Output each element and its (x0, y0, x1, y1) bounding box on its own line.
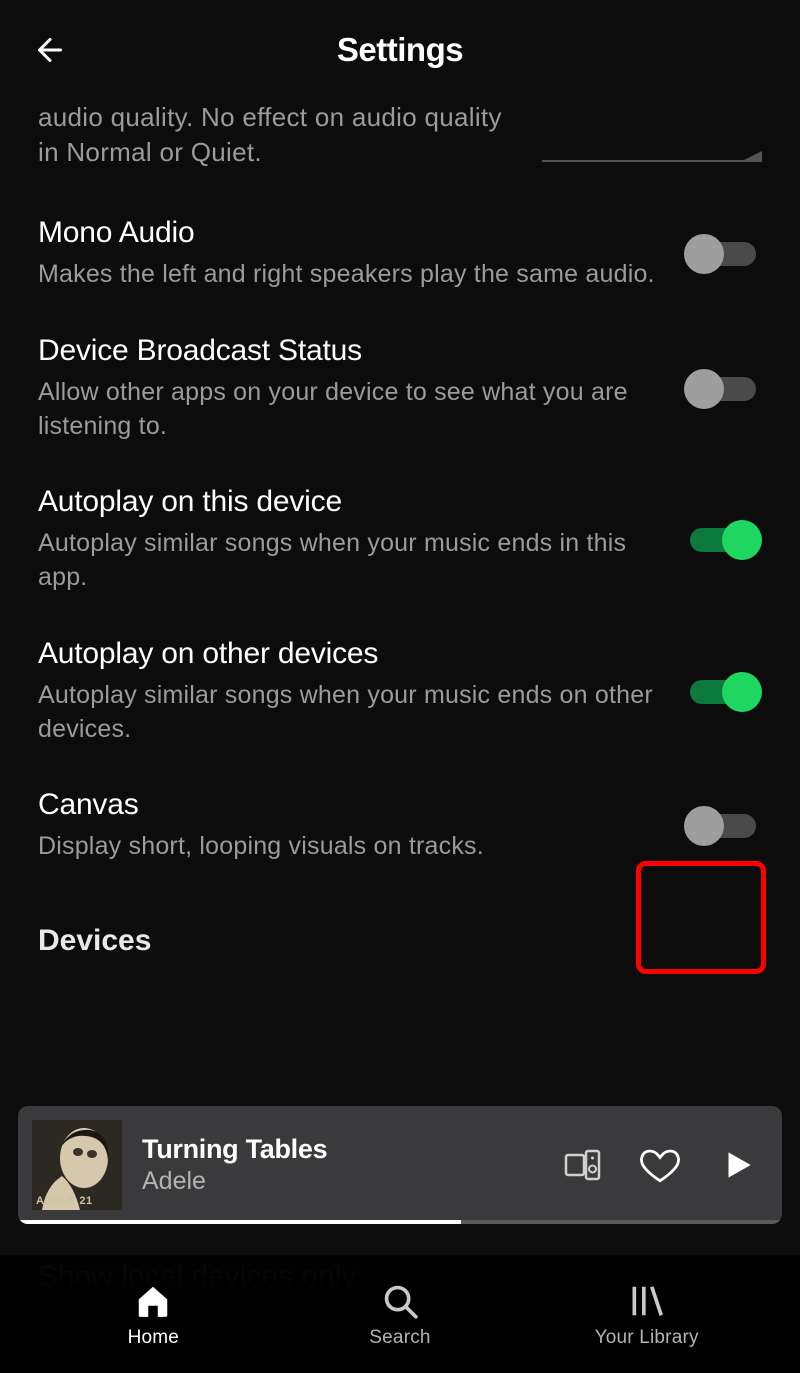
arrow-left-icon (32, 32, 68, 68)
play-icon (719, 1146, 757, 1184)
autoplay-other-devices-toggle[interactable] (684, 672, 762, 712)
nav-library-label: Your Library (595, 1327, 699, 1349)
autoplay-other-devices-desc: Autoplay similar songs when your music e… (38, 679, 664, 747)
nav-home[interactable]: Home (63, 1281, 243, 1349)
device-broadcast-toggle[interactable] (684, 369, 762, 409)
mono-audio-desc: Makes the left and right speakers play t… (38, 258, 664, 292)
canvas-toggle[interactable] (684, 806, 762, 846)
device-broadcast-row: Device Broadcast Status Allow other apps… (0, 314, 800, 466)
search-icon (380, 1281, 420, 1321)
home-icon (133, 1281, 173, 1321)
album-art: ADELE 21 (32, 1120, 122, 1210)
now-playing-bar[interactable]: ADELE 21 Turning Tables Adele (18, 1106, 782, 1224)
devices-icon (562, 1145, 602, 1185)
nav-home-label: Home (128, 1327, 179, 1349)
autoplay-this-device-title: Autoplay on this device (38, 485, 664, 519)
nav-search-label: Search (369, 1327, 430, 1349)
album-label: ADELE 21 (36, 1195, 93, 1207)
autoplay-this-device-row: Autoplay on this device Autoplay similar… (0, 465, 800, 617)
like-button[interactable] (638, 1143, 682, 1187)
library-icon (627, 1281, 667, 1321)
previous-setting-row: audio quality. No effect on audio qualit… (0, 100, 800, 196)
nav-library[interactable]: Your Library (557, 1281, 737, 1349)
mono-audio-toggle[interactable] (684, 234, 762, 274)
nav-search[interactable]: Search (310, 1281, 490, 1349)
now-playing-title: Turning Tables (142, 1134, 560, 1165)
now-playing-artist: Adele (142, 1167, 560, 1196)
device-broadcast-title: Device Broadcast Status (38, 334, 664, 368)
canvas-row: Canvas Display short, looping visuals on… (0, 768, 800, 886)
previous-setting-desc: audio quality. No effect on audio qualit… (38, 100, 522, 170)
connect-devices-button[interactable] (560, 1143, 604, 1187)
heart-icon (639, 1144, 681, 1186)
now-playing-text: Turning Tables Adele (136, 1134, 560, 1196)
back-button[interactable] (28, 28, 72, 72)
autoplay-this-device-toggle[interactable] (684, 520, 762, 560)
play-button[interactable] (716, 1143, 760, 1187)
devices-section-header: Devices (0, 886, 800, 972)
bottom-nav: Home Search Your Library (0, 1255, 800, 1373)
autoplay-other-devices-title: Autoplay on other devices (38, 637, 664, 671)
autoplay-this-device-desc: Autoplay similar songs when your music e… (38, 527, 664, 595)
mono-audio-title: Mono Audio (38, 216, 664, 250)
mono-audio-row: Mono Audio Makes the left and right spea… (0, 196, 800, 314)
settings-header: Settings (0, 0, 800, 100)
autoplay-other-devices-row: Autoplay on other devices Autoplay simil… (0, 617, 800, 769)
canvas-title: Canvas (38, 788, 664, 822)
device-broadcast-desc: Allow other apps on your device to see w… (38, 376, 664, 444)
page-title: Settings (337, 31, 463, 69)
canvas-desc: Display short, looping visuals on tracks… (38, 830, 664, 864)
quality-slider[interactable] (542, 150, 762, 170)
progress-fill (18, 1220, 461, 1224)
